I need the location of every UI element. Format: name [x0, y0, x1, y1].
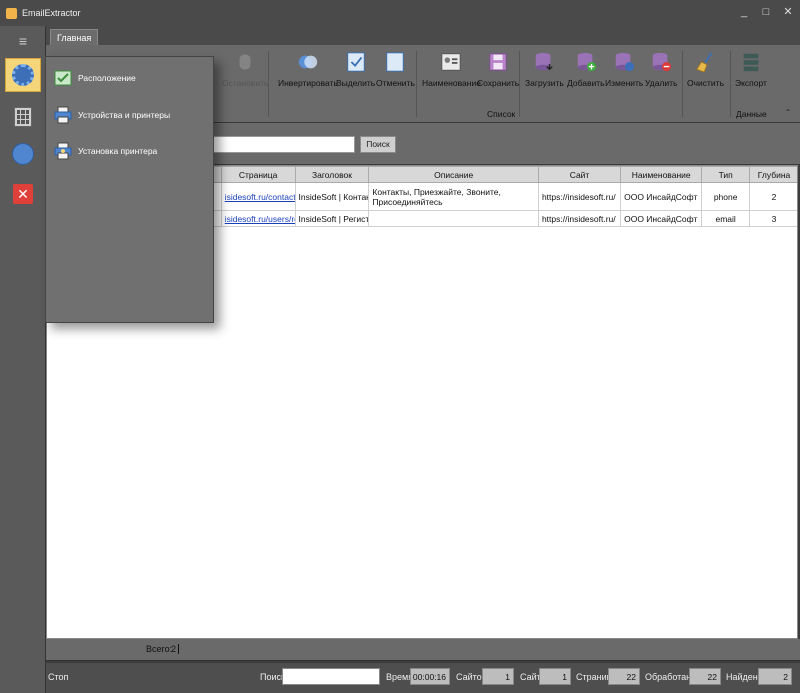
- window-controls: _ □ ✕: [738, 6, 794, 18]
- minimize-button[interactable]: _: [738, 6, 750, 18]
- stop-status[interactable]: Стоп: [48, 672, 68, 682]
- site-label: Сайт: [520, 672, 541, 682]
- type-cell: email: [701, 210, 751, 227]
- clear-button[interactable]: Очистить: [687, 50, 724, 88]
- id-card-icon: [441, 53, 462, 71]
- settings-dropdown: Расположение Устройства и принтеры Устан…: [45, 56, 214, 323]
- col-description[interactable]: Описание: [368, 166, 539, 183]
- name-cell: ООО ИнсайдСофт: [620, 210, 703, 227]
- page-link[interactable]: isidesoft.ru/users/reg...: [220, 210, 296, 227]
- circle-button[interactable]: [5, 137, 41, 171]
- total-label: Всего:: [146, 644, 173, 654]
- broom-icon: [695, 52, 712, 73]
- window-title: EmailExtractor: [22, 8, 81, 18]
- printer-icon: [54, 106, 72, 124]
- search-button[interactable]: Поиск: [360, 136, 396, 153]
- col-name[interactable]: Наименование: [620, 166, 703, 183]
- time-value: 00:00:16: [410, 668, 450, 685]
- stop-ribbon-button[interactable]: Остановить: [222, 50, 268, 88]
- title-cell: InsideSoft | Регистрация: [294, 210, 370, 227]
- add-button[interactable]: Добавить: [567, 50, 605, 88]
- database-download-icon: [536, 52, 554, 71]
- dropdown-item-devices[interactable]: Устройства и принтеры: [54, 106, 170, 124]
- save-icon: [489, 53, 507, 71]
- server-icon: [743, 53, 759, 72]
- circle-icon: [12, 143, 34, 165]
- total-value: 2: [171, 644, 180, 654]
- depth-cell: 3: [749, 210, 797, 227]
- checkbox-icon: [346, 52, 365, 72]
- invert-icon: [298, 55, 318, 69]
- database-add-icon: [577, 52, 596, 72]
- found-value: 2: [758, 668, 792, 685]
- database-delete-icon: [652, 52, 672, 72]
- exit-button[interactable]: ✕: [5, 177, 41, 211]
- site-cell: https://insidesoft.ru/: [537, 210, 622, 227]
- processed-value: 22: [689, 668, 721, 685]
- title-bar: EmailExtractor _ □ ✕: [0, 0, 800, 26]
- printer-setup-icon: [54, 142, 72, 160]
- name-cell: ООО ИнсайдСофт: [620, 182, 703, 211]
- pages-label: Страниц: [576, 672, 612, 682]
- dropdown-item-location[interactable]: Расположение: [54, 69, 136, 87]
- menu-icon[interactable]: ≡: [14, 34, 32, 48]
- col-page[interactable]: Страница: [220, 166, 296, 183]
- status-search-input[interactable]: [282, 668, 380, 685]
- location-check-icon: [54, 70, 72, 86]
- export-button[interactable]: Экспорт: [735, 50, 767, 88]
- tab-home[interactable]: Главная: [50, 29, 99, 45]
- group-data-label: Данные: [736, 109, 767, 119]
- sites-value: 1: [482, 668, 514, 685]
- select-button[interactable]: Выделить: [336, 50, 375, 88]
- app-icon: [6, 7, 17, 19]
- gear-icon: [12, 64, 34, 86]
- collapse-ribbon-icon[interactable]: ⌃: [782, 108, 794, 120]
- delete-button[interactable]: Удалить: [645, 50, 677, 88]
- edit-button[interactable]: Изменить: [605, 50, 643, 88]
- depth-cell: 2: [749, 182, 797, 211]
- save-button[interactable]: Сохранить: [477, 50, 519, 88]
- description-cell: [368, 210, 539, 227]
- maximize-button[interactable]: □: [760, 6, 772, 18]
- load-button[interactable]: Загрузить: [525, 50, 564, 88]
- col-type[interactable]: Тип: [701, 166, 751, 183]
- pages-value: 22: [608, 668, 640, 685]
- col-site[interactable]: Сайт: [537, 166, 622, 183]
- description-cell: Контакты, Приезжайте, Звоните, Присоедин…: [368, 182, 539, 211]
- site-cell: https://insidesoft.ru/: [537, 182, 622, 211]
- site-value: 1: [539, 668, 571, 685]
- left-toolbar: ≡ ✕: [0, 26, 46, 693]
- blank-box-icon: [386, 52, 405, 72]
- group-list-label: Список: [487, 109, 516, 119]
- total-row: Всего: 2: [46, 639, 800, 661]
- hand-icon: [239, 54, 251, 70]
- database-edit-icon: [615, 52, 635, 72]
- cancel-button[interactable]: Отменить: [376, 50, 415, 88]
- name-button[interactable]: Наименование: [422, 50, 481, 88]
- title-cell: InsideSoft | Контакты: [294, 182, 370, 211]
- close-button[interactable]: ✕: [782, 6, 794, 18]
- invert-button[interactable]: Инвертировать: [278, 50, 338, 88]
- page-link[interactable]: isidesoft.ru/contacts/: [220, 182, 296, 211]
- col-title[interactable]: Заголовок: [294, 166, 370, 183]
- dropdown-item-install-printer[interactable]: Установка принтера: [54, 142, 157, 160]
- close-x-icon: ✕: [13, 184, 33, 204]
- tab-strip: Главная: [46, 26, 800, 45]
- calculator-icon: [14, 107, 32, 127]
- status-bar: Стоп Поиск Время 00:00:16 Сайтов 1 Сайт …: [46, 663, 800, 693]
- settings-button[interactable]: [5, 58, 41, 92]
- col-depth[interactable]: Глубина: [749, 166, 797, 183]
- type-cell: phone: [701, 182, 751, 211]
- calculator-button[interactable]: [5, 100, 41, 134]
